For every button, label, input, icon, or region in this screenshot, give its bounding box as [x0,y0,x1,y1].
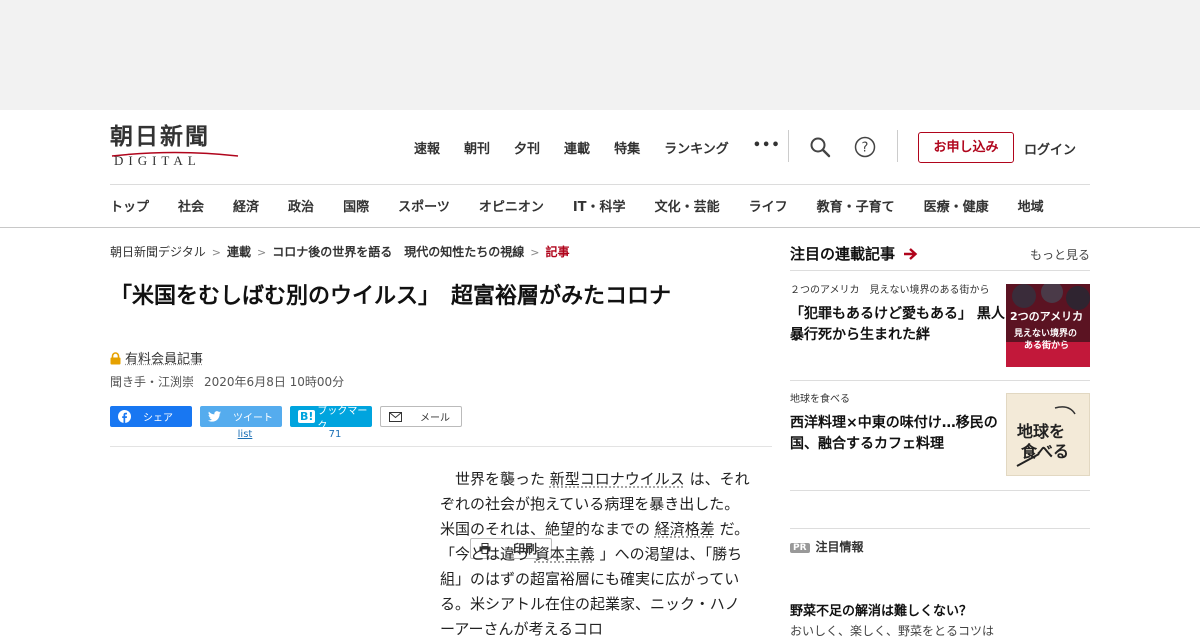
cat-culture[interactable]: 文化・芸能 [655,196,720,215]
breadcrumb-separator-icon: > [530,246,540,259]
card-thumbnail: 2つのアメリカ 見えない境界の ある街から [1006,284,1090,367]
cat-economy[interactable]: 経済 [233,196,259,215]
cat-politics[interactable]: 政治 [288,196,314,215]
article-body: 世界を襲った 新型コロナウイルス は、それぞれの社会が抱えている病理を暴き出した… [440,470,750,638]
mail-icon [389,411,402,422]
svg-text:?: ? [862,141,869,156]
ad-banner-area [0,0,1200,110]
card-divider [790,528,1090,529]
nav-sokuho[interactable]: 速報 [414,138,440,157]
more-menu-icon[interactable]: ••• [753,138,781,157]
members-only-label[interactable]: 有料会員記事 [110,348,203,367]
article-title: 「米国をむしばむ別のウイルス」 超富裕層がみたコロナ [110,284,672,309]
twitter-count-link[interactable]: list [204,429,286,440]
nav-chokan[interactable]: 朝刊 [464,138,490,157]
top-nav: 速報 朝刊 夕刊 連載 特集 ランキング ••• [414,138,781,157]
search-icon[interactable] [809,136,831,158]
cat-society[interactable]: 社会 [178,196,204,215]
pr-headline[interactable]: 野菜不足の解消は難しくない？ [790,600,972,619]
breadcrumb-separator-icon: > [211,246,221,259]
mail-share-button[interactable]: メール [380,406,462,427]
breadcrumb-current: 記事 [545,245,570,259]
keyword-link[interactable]: 資本主義 [535,545,595,563]
more-link[interactable]: もっと見る [1030,246,1090,263]
sidebar-divider [790,270,1090,271]
series-card[interactable]: ２つのアメリカ 見えない境界のある街から 「犯罪もあるけど愛もある」 黒人暴行死… [790,284,1090,367]
cat-it-science[interactable]: IT・科学 [573,196,626,215]
nav-ranking[interactable]: ランキング [664,138,729,157]
subscribe-button[interactable]: お申し込み [918,132,1014,163]
nav-tokushu[interactable]: 特集 [614,138,640,157]
header-divider [788,130,789,162]
card-kicker: ２つのアメリカ 見えない境界のある街から [790,285,990,296]
cat-health[interactable]: 医療・健康 [924,196,989,215]
card-kicker: 地球を食べる [790,394,850,405]
cat-opinion[interactable]: オピニオン [479,196,544,215]
nav-rensai[interactable]: 連載 [564,138,590,157]
cat-international[interactable]: 国際 [343,196,369,215]
pr-subtext[interactable]: おいしく、楽しく、野菜をとるコツは [790,622,994,639]
keyword-link[interactable]: 新型コロナウイルス [550,470,685,488]
lock-icon [110,352,121,365]
pr-section-header: PR 注目情報 [790,538,864,555]
card-divider [790,380,1090,381]
series-card[interactable]: 地球を食べる 西洋料理×中東の味付け…移民の国、融合するカフェ料理 地球を 食べ… [790,393,1090,476]
card-headline: 「犯罪もあるけど愛もある」 黒人暴行死から生まれた絆 [790,306,1005,343]
cat-top[interactable]: トップ [110,196,149,215]
cat-education[interactable]: 教育・子育て [817,196,895,215]
card-headline: 西洋料理×中東の味付け…移民の国、融合するカフェ料理 [790,415,998,452]
asahi-digital-logo[interactable]: 朝日新聞 DIGITAL [110,124,242,168]
site-header: 朝日新聞 DIGITAL 速報 朝刊 夕刊 連載 特集 ランキング ••• ? … [0,110,1200,228]
facebook-icon [118,410,131,423]
twitter-bird-icon [208,411,221,422]
keyword-link[interactable]: 経済格差 [655,520,715,538]
card-divider [790,490,1090,491]
header-divider [897,130,898,162]
hatena-icon: B! [298,410,316,423]
cat-life[interactable]: ライフ [749,196,788,215]
facebook-share-button[interactable]: シェア [110,406,192,427]
cat-region[interactable]: 地域 [1018,196,1044,215]
arrow-right-icon [904,248,918,260]
breadcrumb-home[interactable]: 朝日新聞デジタル [110,245,206,259]
help-icon[interactable]: ? [854,136,876,158]
pr-badge: PR [790,543,810,553]
category-nav: トップ 社会 経済 政治 国際 スポーツ オピニオン IT・科学 文化・芸能 ラ… [110,196,1044,215]
hatena-count[interactable]: 71 [294,429,376,440]
featured-series-title[interactable]: 注目の連載記事 [790,245,895,263]
publish-date: 2020年6月8日 10時00分 [204,375,345,389]
cloche-icon [1016,406,1076,467]
header-separator [110,184,1090,185]
breadcrumb: 朝日新聞デジタル > 連載 > コロナ後の世界を語る 現代の知性たちの視線 > 記事 [110,243,569,260]
featured-series-header: 注目の連載記事 もっと見る [790,243,1090,264]
card-thumbnail: 地球を 食べる [1006,393,1090,476]
byline: 聞き手・江渕崇 2020年6月8日 10時00分 [110,373,344,390]
breadcrumb-rensai[interactable]: 連載 [227,245,251,259]
twitter-share-button[interactable]: ツイート [200,406,282,427]
cat-sports[interactable]: スポーツ [398,196,450,215]
breadcrumb-separator-icon: > [257,246,267,259]
logo-swoosh-icon [111,151,239,157]
hatena-bookmark-button[interactable]: B! ブックマーク [290,406,372,432]
author: 聞き手・江渕崇 [110,375,195,389]
nav-yukan[interactable]: 夕刊 [514,138,540,157]
login-link[interactable]: ログイン [1024,139,1076,158]
breadcrumb-series[interactable]: コロナ後の世界を語る 現代の知性たちの視線 [272,245,524,259]
article-divider [110,446,772,447]
